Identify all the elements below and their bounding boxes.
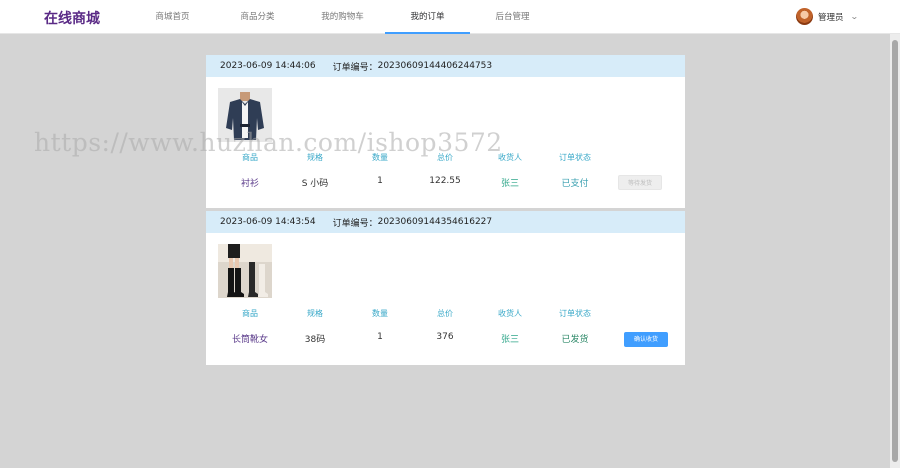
product-spec: S 小码: [301, 179, 329, 189]
receiver-name: 张三: [500, 179, 519, 189]
order-card: 2023-06-09 14:43:54 订单编号： 20230609144354…: [206, 211, 685, 365]
order-number: 20230609144406244753: [377, 61, 493, 71]
nav-home[interactable]: 商城首页: [130, 0, 215, 34]
col-product: 商品: [242, 309, 258, 318]
product-name[interactable]: 长筒靴女: [215, 332, 285, 345]
col-status: 订单状态: [559, 153, 591, 162]
user-name[interactable]: 管理员: [818, 11, 844, 23]
column-header-row: 商品 规格 数量 总价 收货人 订单状态: [206, 308, 685, 320]
order-header: 2023-06-09 14:44:06 订单编号： 20230609144406…: [206, 55, 685, 77]
order-total: 376: [436, 332, 454, 342]
product-spec: 38码: [304, 335, 326, 345]
order-time: 2023-06-09 14:43:54: [220, 217, 316, 227]
nav-categories[interactable]: 商品分类: [215, 0, 300, 34]
nav-admin[interactable]: 后台管理: [470, 0, 555, 34]
page-scrollbar[interactable]: [890, 34, 900, 468]
order-number: 20230609144354616227: [377, 217, 493, 227]
awaiting-shipment-button[interactable]: 等待发货: [618, 175, 662, 190]
nav-cart[interactable]: 我的购物车: [300, 0, 385, 34]
user-menu[interactable]: 管理员 ⌄: [796, 8, 859, 25]
scrollbar-thumb[interactable]: [892, 40, 898, 462]
order-total: 122.55: [429, 176, 461, 186]
main-nav: 商城首页 商品分类 我的购物车 我的订单 后台管理: [130, 0, 555, 34]
brand-logo-text[interactable]: 在线商城: [44, 8, 100, 28]
col-total: 总价: [437, 309, 453, 318]
watermark-text: https://www.huzhan.com/ishop3572: [34, 128, 503, 157]
chevron-down-icon[interactable]: ⌄: [850, 12, 859, 21]
product-qty: 1: [377, 176, 383, 186]
col-spec: 规格: [307, 309, 323, 318]
product-name[interactable]: 衬衫: [215, 176, 285, 189]
order-values-row: 衬衫 S 小码 1 122.55 张三 已支付: [206, 176, 685, 190]
order-status: 已发货: [561, 335, 589, 345]
product-thumbnail[interactable]: [218, 244, 272, 298]
col-status: 订单状态: [559, 309, 591, 318]
top-navbar: 在线商城 商城首页 商品分类 我的购物车 我的订单 后台管理 管理员 ⌄: [0, 0, 900, 34]
product-qty: 1: [377, 332, 383, 342]
col-qty: 数量: [372, 309, 388, 318]
order-number-label: 订单编号：: [332, 62, 378, 73]
avatar[interactable]: [796, 8, 813, 25]
col-receiver: 收货人: [498, 309, 522, 318]
order-status: 已支付: [561, 179, 589, 189]
order-time: 2023-06-09 14:44:06: [220, 61, 316, 71]
order-values-row: 长筒靴女 38码 1 376 张三 已发货: [206, 332, 685, 346]
order-header: 2023-06-09 14:43:54 订单编号： 20230609144354…: [206, 211, 685, 233]
order-number-label: 订单编号：: [332, 218, 378, 229]
nav-my-orders[interactable]: 我的订单: [385, 0, 470, 34]
confirm-receipt-button[interactable]: 确认收货: [624, 332, 668, 347]
boots-image: [218, 244, 272, 298]
receiver-name: 张三: [500, 335, 519, 345]
